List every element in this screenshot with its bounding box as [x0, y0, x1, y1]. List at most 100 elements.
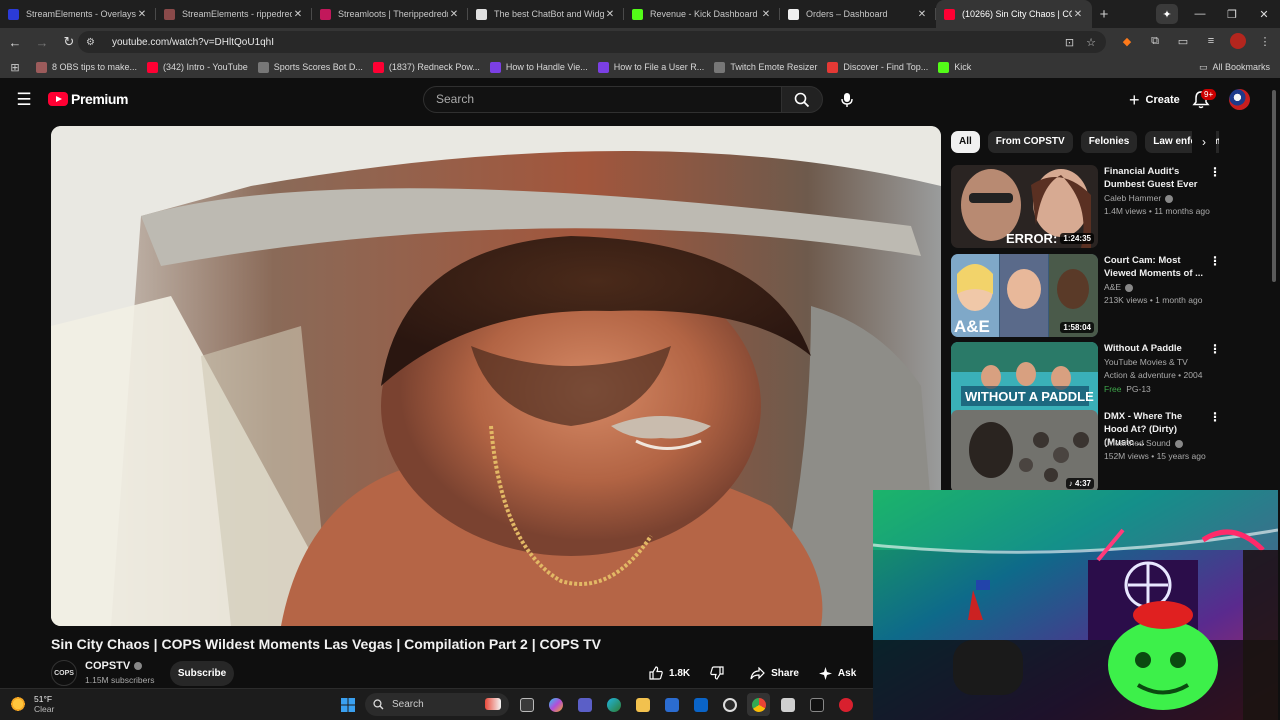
close-tab-icon[interactable]: ✕: [604, 9, 616, 20]
all-bookmarks-button[interactable]: ▭ All Bookmarks: [1199, 62, 1270, 73]
channel-avatar[interactable]: COPS: [51, 660, 77, 686]
url-text[interactable]: youtube.com/watch?v=DHltQoU1qhI: [112, 37, 274, 48]
browser-tab[interactable]: (10266) Sin City Chaos | CO ✕: [936, 0, 1092, 28]
task-view-icon[interactable]: [515, 693, 538, 716]
close-window-icon[interactable]: ✕: [1248, 0, 1280, 28]
close-tab-icon[interactable]: ✕: [760, 9, 772, 20]
video-player[interactable]: [51, 126, 941, 626]
share-button[interactable]: Share: [740, 661, 809, 685]
page-scrollbar[interactable]: [1272, 90, 1276, 282]
gemini-sparkle-icon[interactable]: ✦: [1156, 4, 1178, 24]
app-icon[interactable]: [776, 693, 799, 716]
extension-orange-icon[interactable]: ◆: [1118, 32, 1136, 50]
more-options-icon[interactable]: ⋮: [1209, 165, 1221, 179]
channel-name[interactable]: COPSTV: [85, 660, 143, 672]
edge-icon[interactable]: [602, 693, 625, 716]
media-app-icon[interactable]: [834, 693, 857, 716]
side-panel-icon[interactable]: ▭: [1174, 32, 1192, 50]
bookmark-item[interactable]: Discover - Find Top...: [827, 61, 928, 73]
close-tab-icon[interactable]: ✕: [292, 9, 304, 20]
site-info-icon[interactable]: ⚙: [86, 37, 102, 48]
video-thumbnail[interactable]: A&E 1:58:04: [951, 254, 1098, 337]
video-thumbnail[interactable]: ERROR: 1:24:35: [951, 165, 1098, 248]
obs-icon[interactable]: [718, 693, 741, 716]
dislike-button[interactable]: [700, 661, 740, 685]
address-bar[interactable]: ⚙ youtube.com/watch?v=DHltQoU1qhI ⊡ ☆: [78, 31, 1106, 53]
account-avatar[interactable]: [1229, 89, 1250, 110]
browser-tab[interactable]: Orders – Dashboard ✕: [780, 0, 936, 28]
bookmark-item[interactable]: (1837) Redneck Pow...: [372, 61, 480, 73]
recommendation-channel[interactable]: Unearthed Sound: [1104, 438, 1183, 448]
recommendation-item[interactable]: A&E 1:58:04 Court Cam: Most Viewed Moments…: [951, 254, 1221, 338]
bookmark-star-icon[interactable]: ☆: [1086, 36, 1096, 49]
recommendation-title[interactable]: Financial Audit's Dumbest Guest Ever: [1104, 165, 1204, 191]
browser-tab[interactable]: Revenue - Kick Dashboard ✕: [624, 0, 780, 28]
bookmark-item[interactable]: How to File a User R...: [597, 61, 704, 73]
chevron-right-icon[interactable]: ›: [1192, 131, 1216, 153]
bookmark-item[interactable]: 8 OBS tips to make...: [36, 61, 137, 73]
create-button[interactable]: + Create: [1119, 87, 1190, 113]
outlook-icon[interactable]: [689, 693, 712, 716]
new-tab-button[interactable]: +: [1092, 0, 1116, 28]
close-tab-icon[interactable]: ✕: [916, 9, 928, 20]
more-options-icon[interactable]: ⋮: [1209, 342, 1221, 356]
recommendation-item[interactable]: ♪ 4:37 DMX - Where The Hood At? (Dirty) (…: [951, 410, 1221, 494]
close-tab-icon[interactable]: ✕: [448, 9, 460, 20]
channel-text[interactable]: YouTube Movies & TV: [1104, 357, 1188, 367]
recommendation-item[interactable]: ERROR: 1:24:35 Financial Audit's Dumbest G…: [951, 165, 1221, 249]
menu-hamburger-icon[interactable]: ☰: [14, 90, 34, 110]
more-options-icon[interactable]: ⋮: [1209, 254, 1221, 268]
back-arrow-icon[interactable]: ←: [3, 30, 27, 54]
chrome-icon[interactable]: [747, 693, 770, 716]
filter-chip[interactable]: All: [951, 131, 980, 153]
channel-text[interactable]: Unearthed Sound: [1104, 438, 1171, 448]
media-controls-icon[interactable]: ≡: [1202, 32, 1220, 50]
search-input[interactable]: Search: [423, 86, 782, 113]
browser-tab[interactable]: StreamElements - Overlays ✕: [0, 0, 156, 28]
taskbar-search[interactable]: Search: [365, 693, 509, 716]
video-thumbnail[interactable]: ♪ 4:37: [951, 410, 1098, 493]
apps-grid-icon[interactable]: ⊞: [2, 61, 28, 74]
filter-chip[interactable]: From COPSTV: [987, 131, 1073, 153]
teams-icon[interactable]: [573, 693, 596, 716]
bookmark-item[interactable]: Kick: [938, 61, 971, 73]
bookmark-item[interactable]: (342) Intro - YouTube: [147, 61, 248, 73]
restore-icon[interactable]: ❐: [1216, 0, 1248, 28]
more-options-icon[interactable]: ⋮: [1209, 410, 1221, 424]
extensions-puzzle-icon[interactable]: ⧉: [1146, 32, 1164, 50]
ask-button[interactable]: Ask: [809, 661, 866, 685]
forward-arrow-icon[interactable]: →: [30, 30, 54, 54]
bookmark-item[interactable]: Twitch Emote Resizer: [714, 61, 817, 73]
voice-search-button[interactable]: [835, 88, 859, 112]
subscribe-button[interactable]: Subscribe: [170, 661, 234, 686]
browser-tab[interactable]: The best ChatBot and Widgets✕: [468, 0, 624, 28]
minimize-icon[interactable]: —: [1184, 0, 1216, 28]
bookmark-item[interactable]: How to Handle Vie...: [489, 61, 588, 73]
youtube-premium-logo[interactable]: Premium: [48, 91, 129, 107]
search-button[interactable]: [781, 86, 823, 113]
recommendation-channel[interactable]: A&E: [1104, 282, 1134, 292]
windows-start-icon[interactable]: [336, 693, 359, 716]
close-tab-icon[interactable]: ✕: [136, 9, 148, 20]
channel-text[interactable]: Caleb Hammer: [1104, 193, 1161, 203]
recommendation-title[interactable]: Without A Paddle: [1104, 342, 1204, 355]
chrome-menu-icon[interactable]: ⋮: [1256, 32, 1274, 50]
recommendation-channel[interactable]: Caleb Hammer: [1104, 193, 1174, 203]
file-explorer-icon[interactable]: [631, 693, 654, 716]
close-tab-icon[interactable]: ✕: [1072, 9, 1084, 20]
browser-tab[interactable]: StreamElements - rippedredne✕: [156, 0, 312, 28]
weather-widget[interactable]: 51°F Clear: [10, 694, 54, 714]
profile-avatar[interactable]: [1230, 33, 1246, 49]
recommendation-channel[interactable]: YouTube Movies & TV: [1104, 357, 1188, 367]
channel-text[interactable]: A&E: [1104, 282, 1121, 292]
store-icon[interactable]: [660, 693, 683, 716]
browser-tab[interactable]: Streamloots | Therippedrednec✕: [312, 0, 468, 28]
filter-chip[interactable]: Felonies: [1080, 131, 1138, 153]
terminal-icon[interactable]: [805, 693, 828, 716]
copilot-icon[interactable]: [544, 693, 567, 716]
bookmark-item[interactable]: Sports Scores Bot D...: [257, 61, 363, 73]
recommendation-title[interactable]: Court Cam: Most Viewed Moments of ...: [1104, 254, 1204, 280]
like-button[interactable]: 1.8K: [639, 661, 700, 685]
channel-name-text[interactable]: COPSTV: [85, 660, 130, 672]
install-app-icon[interactable]: ⊡: [1065, 36, 1074, 49]
